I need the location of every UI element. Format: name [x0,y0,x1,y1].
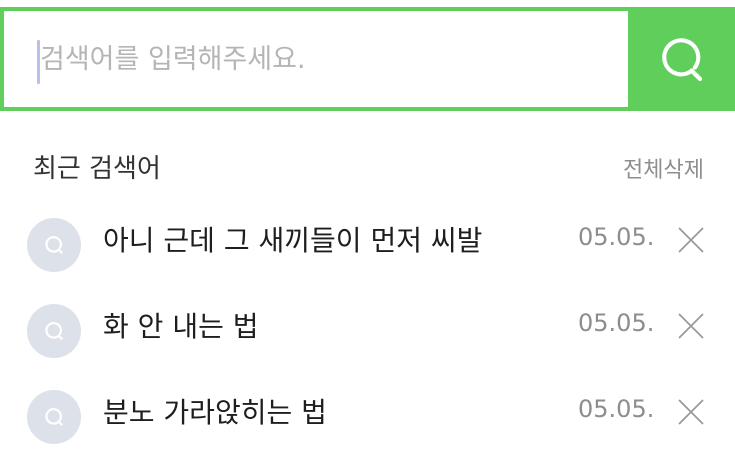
search-input[interactable] [40,11,600,107]
history-item[interactable]: 분노 가라앉히는 법 05.05. [0,372,735,452]
history-search-icon [27,390,81,444]
history-item-text[interactable]: 화 안 내는 법 [103,305,259,345]
delete-history-button[interactable] [677,398,705,426]
history-search-icon [27,304,81,358]
close-icon [678,227,704,253]
history-item-text[interactable]: 아니 근데 그 새끼들이 먼저 씨발 [103,219,482,259]
close-icon [678,399,704,425]
delete-history-button[interactable] [677,226,705,254]
history-item-date: 05.05. [578,309,655,337]
search-box[interactable] [0,7,628,111]
recent-searches-title: 최근 검색어 [33,154,161,184]
clear-all-button[interactable]: 전체삭제 [623,152,704,184]
history-item-text[interactable]: 분노 가라앉히는 법 [103,391,327,431]
delete-history-button[interactable] [677,312,705,340]
search-bar [0,0,735,118]
history-item[interactable]: 아니 근데 그 새끼들이 먼저 씨발 05.05. [0,200,735,280]
search-icon [662,38,703,82]
recent-searches-header: 최근 검색어 전체삭제 [0,140,735,190]
history-item[interactable]: 화 안 내는 법 05.05. [0,286,735,366]
search-button[interactable] [628,7,735,111]
history-search-icon [27,218,81,272]
close-icon [678,313,704,339]
history-item-date: 05.05. [578,395,655,423]
history-item-date: 05.05. [578,223,655,251]
